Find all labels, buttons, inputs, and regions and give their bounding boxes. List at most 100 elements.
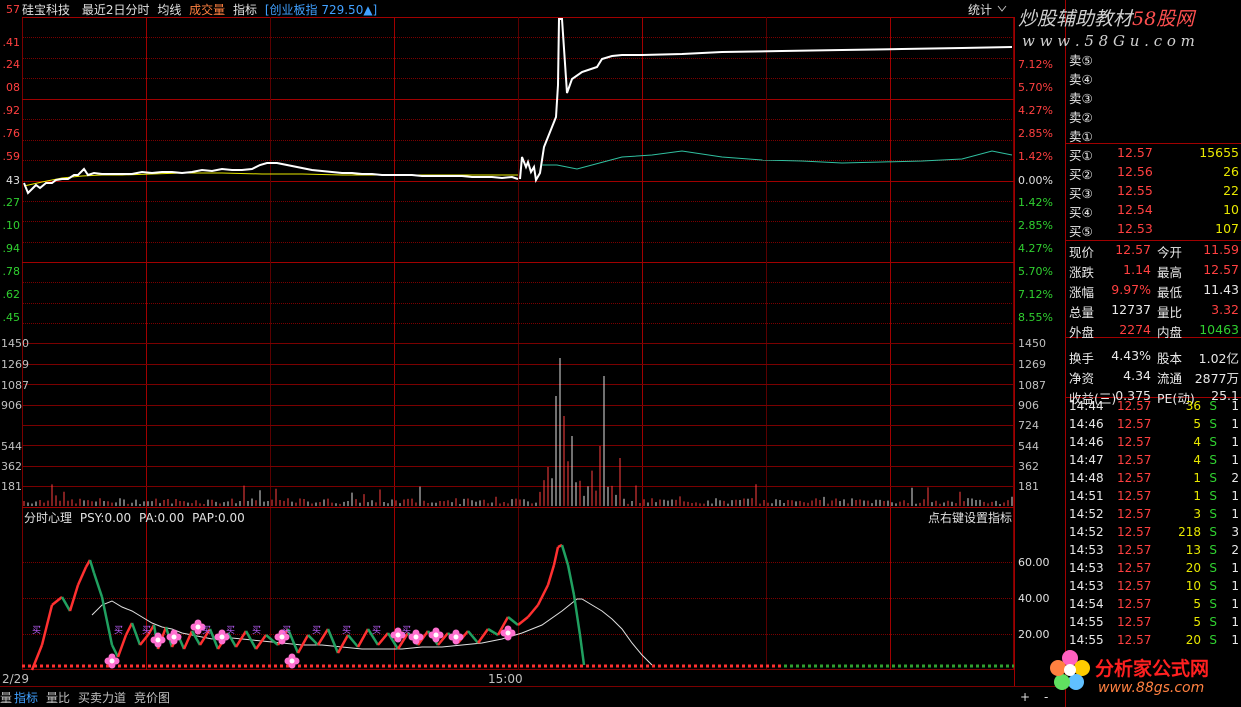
tick-price: 12.57 bbox=[1117, 543, 1152, 557]
indicator-segment bbox=[76, 566, 88, 586]
buy-order-row[interactable]: 买⑤ 12.53 107 bbox=[1067, 221, 1241, 239]
zoom-out-button[interactable]: - bbox=[1044, 690, 1048, 704]
price-tick-label: .94 bbox=[2, 242, 21, 255]
tick-row[interactable]: 14:55 12.57 20 S 1 bbox=[1067, 633, 1241, 651]
stock-name[interactable]: 硅宝科技 bbox=[22, 3, 70, 17]
buy-signal-label: 买 bbox=[202, 625, 211, 636]
quote-value: 12.57 bbox=[1115, 242, 1151, 257]
pct-tick-label: 1.42% bbox=[1018, 196, 1053, 209]
quote-label: 净资 bbox=[1069, 371, 1095, 386]
bottom-tab[interactable]: 量 bbox=[0, 689, 12, 706]
volume-tick-label-right: 362 bbox=[1018, 460, 1039, 473]
quote-value: 10463 bbox=[1199, 322, 1239, 337]
pct-tick-label: 2.85% bbox=[1018, 127, 1053, 140]
indicator-label[interactable]: 指标 bbox=[233, 3, 257, 17]
price-line-day1 bbox=[23, 162, 519, 195]
quote-label: 涨跌 bbox=[1069, 265, 1095, 280]
volume-tick-label: 1269 bbox=[1, 358, 29, 371]
stats-button[interactable]: 统计 bbox=[968, 1, 992, 18]
indicator-name[interactable]: 分时心理 bbox=[24, 511, 72, 525]
tick-row[interactable]: 14:46 12.57 4 S 1 bbox=[1067, 435, 1241, 453]
indicator-tick-label: 60.00 bbox=[1018, 556, 1050, 569]
tick-row[interactable]: 14:53 12.57 13 S 2 bbox=[1067, 543, 1241, 561]
buy-qty: 10 bbox=[1223, 202, 1239, 217]
tick-row[interactable]: 14:53 12.57 10 S 1 bbox=[1067, 579, 1241, 597]
indicator-settings-hint[interactable]: 点右键设置指标 bbox=[928, 509, 1012, 526]
buy-level-label: 买② bbox=[1069, 167, 1093, 182]
bottom-tab[interactable]: 量比 bbox=[46, 689, 70, 706]
indicator-segment bbox=[536, 584, 550, 606]
sell-order-row[interactable]: 卖② bbox=[1067, 107, 1241, 125]
indicator-segment bbox=[130, 622, 142, 646]
quote-label: 换手 bbox=[1069, 351, 1095, 366]
sell-order-row[interactable]: 卖③ bbox=[1067, 88, 1241, 106]
buy-order-row[interactable]: 买② 12.56 26 bbox=[1067, 164, 1241, 182]
indicator-chart[interactable]: 买买买买买买买买买买买 bbox=[22, 525, 1014, 671]
sell-order-row[interactable]: 卖① bbox=[1067, 126, 1241, 144]
price-line-day2-low bbox=[542, 150, 1013, 170]
tick-count: 1 bbox=[1231, 561, 1239, 575]
indicator-segment bbox=[116, 634, 128, 658]
bottom-tab[interactable]: 指标 bbox=[14, 689, 38, 706]
tick-row[interactable]: 14:47 12.57 4 S 1 bbox=[1067, 453, 1241, 471]
tick-row[interactable]: 14:51 12.57 1 S 1 bbox=[1067, 489, 1241, 507]
tick-count: 1 bbox=[1231, 435, 1239, 449]
tick-side: S bbox=[1209, 597, 1217, 611]
bottom-tab[interactable]: 买卖力道 bbox=[78, 689, 126, 706]
tick-row[interactable]: 14:54 12.57 5 S 1 bbox=[1067, 597, 1241, 615]
tick-row[interactable]: 14:46 12.57 5 S 1 bbox=[1067, 417, 1241, 435]
tick-price: 12.57 bbox=[1117, 453, 1152, 467]
quote-label: 量比 bbox=[1157, 305, 1183, 320]
buy-order-row[interactable]: 买① 12.57 15655 bbox=[1067, 145, 1241, 163]
quote-label: 总量 bbox=[1069, 305, 1095, 320]
tick-side: S bbox=[1209, 399, 1217, 413]
price-tick-label: .92 bbox=[2, 104, 21, 117]
pct-tick-label: 5.70% bbox=[1018, 81, 1053, 94]
bottom-tab[interactable]: 竞价图 bbox=[134, 689, 170, 706]
zoom-in-button[interactable]: + bbox=[1020, 690, 1030, 704]
price-tick-label: 08 bbox=[6, 81, 20, 94]
tick-side: S bbox=[1209, 561, 1217, 575]
tick-qty: 1 bbox=[1193, 489, 1201, 503]
x-axis-line bbox=[0, 686, 1066, 687]
flower-signal-icon bbox=[448, 629, 464, 645]
period-label[interactable]: 最近2日分时 bbox=[82, 3, 150, 17]
indicator-segment bbox=[560, 544, 570, 566]
quote-row: 换手 4.43% 股本 1.02亿 bbox=[1067, 348, 1241, 366]
x-axis-date: 2/29 bbox=[2, 672, 29, 686]
buy-order-row[interactable]: 买④ 12.54 10 bbox=[1067, 202, 1241, 220]
market-index[interactable]: [创业板指 729.50▲] bbox=[265, 3, 377, 17]
tick-row[interactable]: 14:44 12.57 36 S 1 bbox=[1067, 399, 1241, 417]
tick-count: 1 bbox=[1231, 579, 1239, 593]
tick-qty: 1 bbox=[1193, 471, 1201, 485]
tick-side: S bbox=[1209, 633, 1217, 647]
pa-value: PA:0.00 bbox=[139, 511, 185, 525]
quote-value: 11.59 bbox=[1203, 242, 1239, 257]
quote-value: 1.02亿 bbox=[1198, 351, 1239, 366]
tick-row[interactable]: 14:52 12.57 218 S 3 bbox=[1067, 525, 1241, 543]
indicator-tick-label: 40.00 bbox=[1018, 592, 1050, 605]
tick-price: 12.57 bbox=[1117, 435, 1152, 449]
tick-row[interactable]: 14:48 12.57 1 S 2 bbox=[1067, 471, 1241, 489]
price-chart[interactable] bbox=[22, 17, 1014, 342]
sell-order-row[interactable]: 卖⑤ bbox=[1067, 50, 1241, 68]
pct-tick-label: 4.27% bbox=[1018, 104, 1053, 117]
quote-label: 外盘 bbox=[1069, 325, 1095, 340]
volume-chart[interactable] bbox=[22, 343, 1014, 508]
price-tick-label: .78 bbox=[2, 265, 21, 278]
quote-value: 3.32 bbox=[1211, 302, 1239, 317]
tick-side: S bbox=[1209, 543, 1217, 557]
tick-time: 14:53 bbox=[1069, 579, 1104, 593]
tick-price: 12.57 bbox=[1117, 615, 1152, 629]
buy-order-row[interactable]: 买③ 12.55 22 bbox=[1067, 183, 1241, 201]
indicator-segment bbox=[546, 564, 556, 586]
stats-dropdown-icon[interactable] bbox=[996, 2, 1008, 14]
buy-signal-label: 买 bbox=[282, 625, 291, 636]
volume-tick-label-right: 906 bbox=[1018, 399, 1039, 412]
tick-row[interactable]: 14:52 12.57 3 S 1 bbox=[1067, 507, 1241, 525]
tick-row[interactable]: 14:55 12.57 5 S 1 bbox=[1067, 615, 1241, 633]
sell-order-row[interactable]: 卖④ bbox=[1067, 69, 1241, 87]
quote-row: 净资 4.34 流通 2877万 bbox=[1067, 368, 1241, 386]
tick-row[interactable]: 14:53 12.57 20 S 1 bbox=[1067, 561, 1241, 579]
indicator-segment bbox=[476, 628, 490, 644]
